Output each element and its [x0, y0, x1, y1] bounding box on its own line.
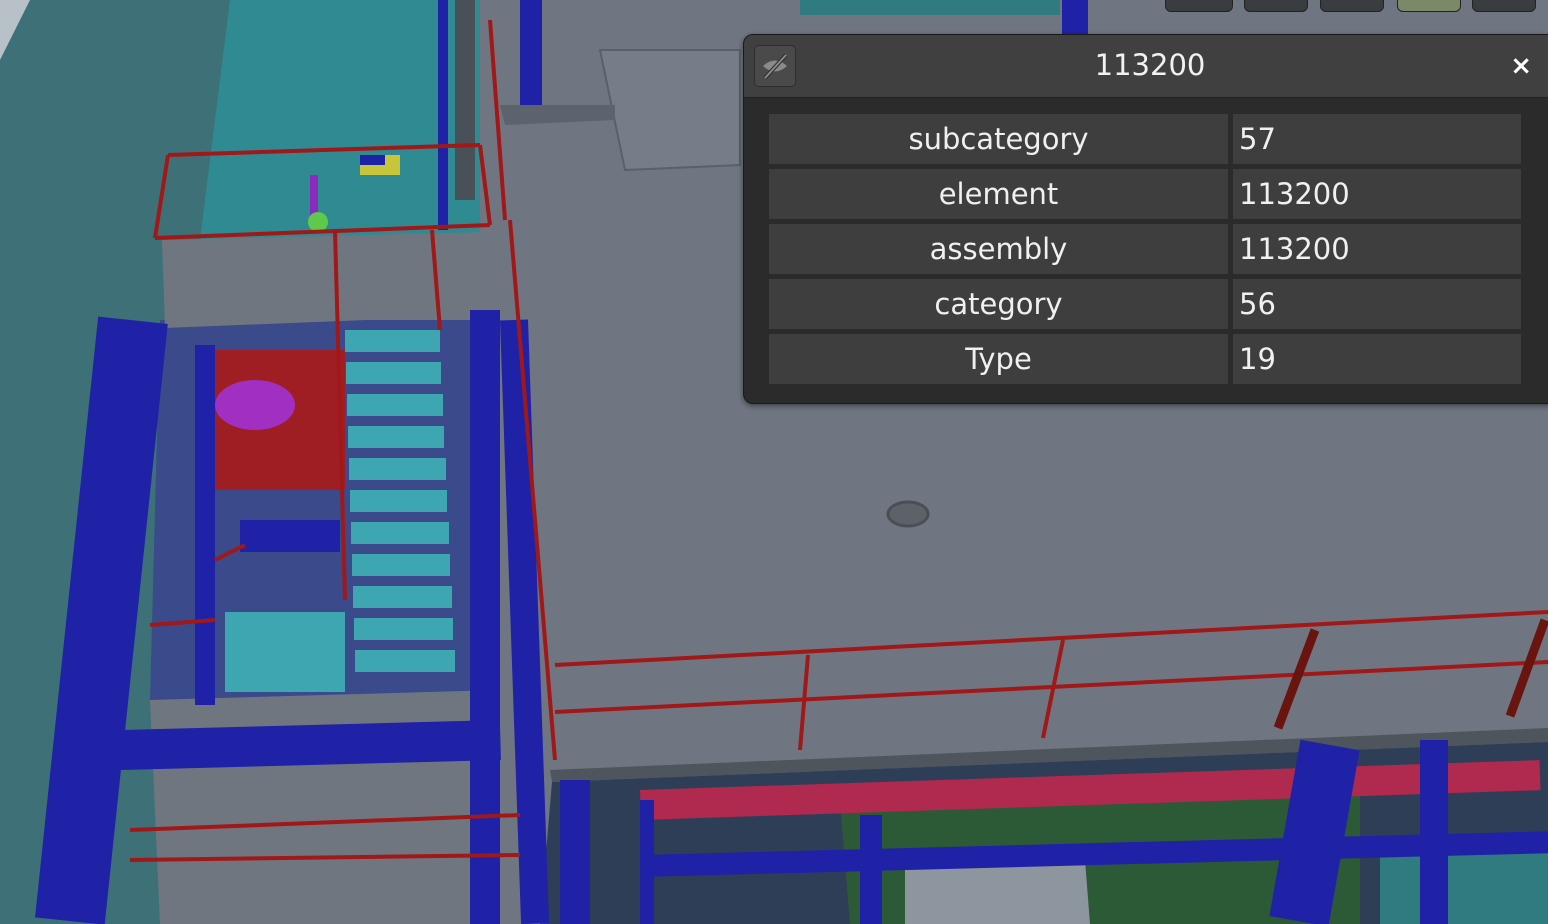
toolbar-button-2[interactable]	[1244, 0, 1308, 12]
property-value: 113200	[1233, 169, 1521, 219]
beam-vertical-3	[1420, 740, 1448, 924]
deck-hatch	[598, 49, 741, 172]
frame-column-right	[470, 310, 500, 924]
table-row: subcategory 57	[769, 114, 1521, 164]
close-button[interactable]: ×	[1510, 49, 1532, 83]
landing-floor-cyan	[225, 612, 345, 692]
table-row: category 56	[769, 279, 1521, 329]
purple-pipe	[310, 175, 318, 215]
top-equipment	[800, 0, 1060, 15]
property-key: Type	[769, 334, 1233, 384]
column-top	[520, 0, 542, 105]
deck-drain	[886, 500, 930, 528]
properties-table: subcategory 57 element 113200 assembly 1…	[769, 109, 1521, 389]
table-row: element 113200	[769, 169, 1521, 219]
user-icon[interactable]	[1472, 0, 1536, 12]
stair-treads	[345, 330, 455, 672]
landing-upper	[162, 232, 490, 328]
equipment-box	[905, 860, 1090, 924]
blue-equipment	[360, 155, 385, 165]
property-value: 57	[1233, 114, 1521, 164]
beam-vertical-4	[860, 815, 882, 924]
table-row: Type 19	[769, 334, 1521, 384]
panel-title: 113200	[1094, 48, 1206, 82]
properties-panel: 113200 × subcategory 57 element 113200 a…	[743, 34, 1548, 404]
column-top-2	[438, 0, 448, 230]
table-row: assembly 113200	[769, 224, 1521, 274]
terrain-icon[interactable]	[1397, 0, 1461, 12]
property-value: 56	[1233, 279, 1521, 329]
green-valve	[308, 212, 328, 232]
property-key: assembly	[769, 224, 1233, 274]
toolbar-button-1[interactable]	[1165, 0, 1233, 12]
property-key: subcategory	[769, 114, 1233, 164]
purple-tank	[215, 380, 295, 430]
property-value: 113200	[1233, 224, 1521, 274]
frame-beam-mid	[240, 520, 340, 552]
beam-vertical-1	[560, 780, 590, 924]
frame-column-mid	[195, 345, 215, 705]
property-key: element	[769, 169, 1233, 219]
property-key: category	[769, 279, 1233, 329]
eye-icon[interactable]	[1320, 0, 1384, 12]
property-value: 19	[1233, 334, 1521, 384]
panel-header: 113200 ×	[744, 35, 1548, 98]
mast	[455, 0, 475, 200]
column-top-3	[1062, 0, 1088, 34]
